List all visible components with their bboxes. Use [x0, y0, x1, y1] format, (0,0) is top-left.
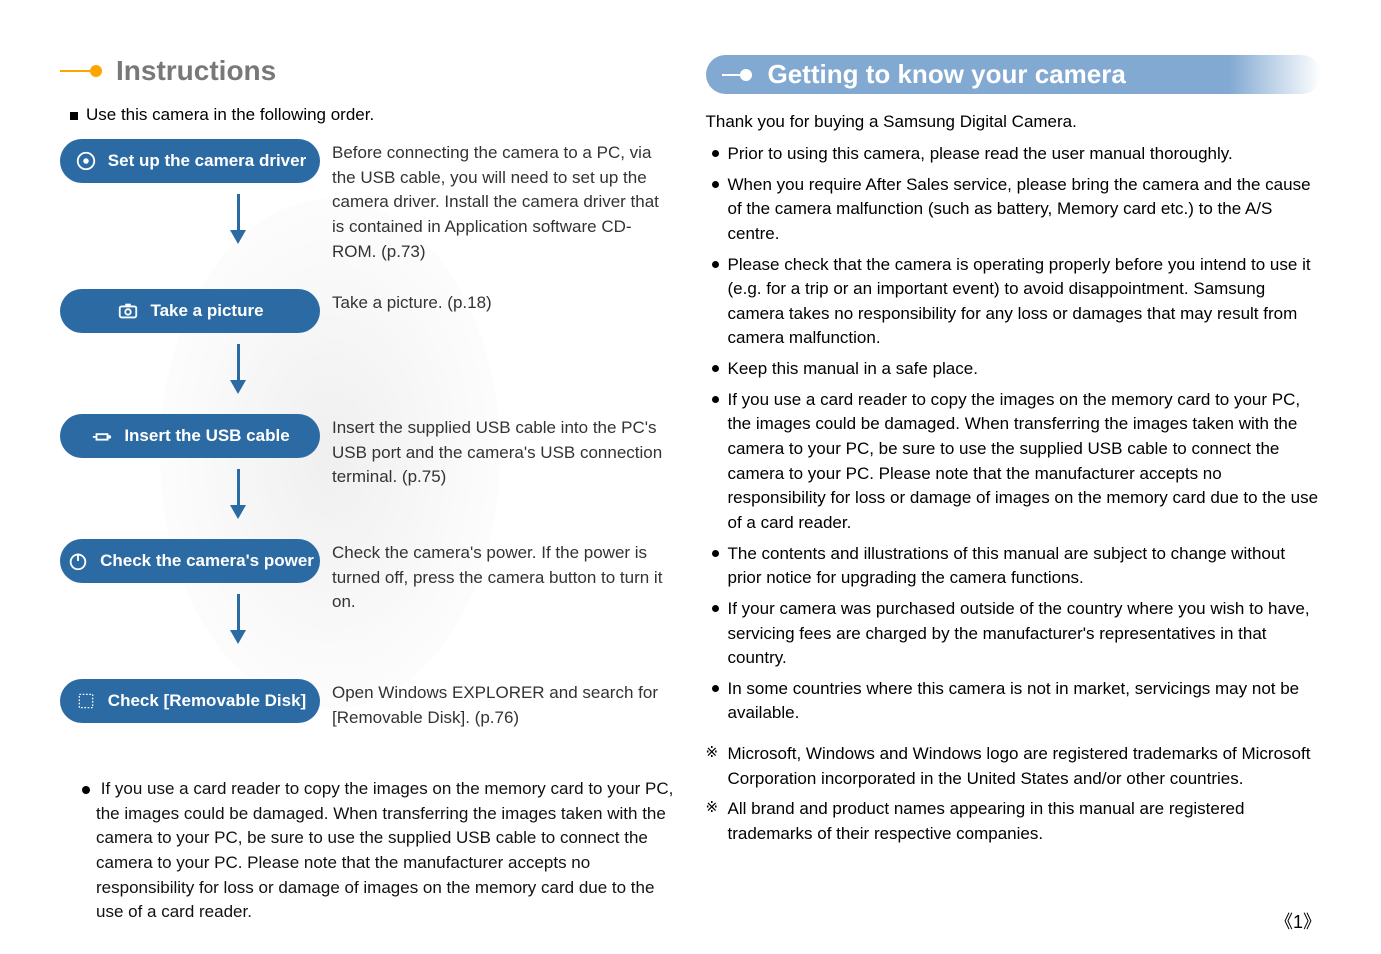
step-desc-3: Insert the supplied USB cable into the P… [332, 414, 676, 490]
list-item: If your camera was purchased outside of … [706, 597, 1322, 671]
title-ornament-left [60, 65, 102, 77]
step-pill-4-label: Check the camera's power [100, 551, 314, 571]
camera-icon [116, 299, 140, 323]
step-desc-5: Open Windows EXPLORER and search for [Re… [332, 679, 676, 730]
section-title-instructions: Instructions [60, 55, 676, 87]
step-insert-usb: Insert the USB cable Insert the supplied… [60, 414, 676, 490]
step-pill-5: Check [Removable Disk] [60, 679, 320, 723]
list-item: When you require After Sales service, pl… [706, 173, 1322, 247]
section-title-getting-to-know: Getting to know your camera [706, 55, 1322, 94]
step-pill-4: Check the camera's power [60, 539, 320, 583]
thanks-line: Thank you for buying a Samsung Digital C… [706, 112, 1322, 132]
step-check-disk: Check [Removable Disk] Open Windows EXPL… [60, 679, 676, 730]
square-bullet-icon [70, 112, 78, 120]
title-text-left: Instructions [116, 55, 276, 87]
step-pill-1: Set up the camera driver [60, 139, 320, 183]
power-icon [66, 549, 90, 573]
step-pill-3: Insert the USB cable [60, 414, 320, 458]
list-item: All brand and product names appearing in… [706, 797, 1322, 846]
arrow-down-icon [230, 194, 246, 244]
cd-icon [74, 149, 98, 173]
list-item: If you use a card reader to copy the ima… [706, 388, 1322, 536]
list-item: Keep this manual in a safe place. [706, 357, 1322, 382]
step-check-power: Check the camera's power Check the camer… [60, 539, 676, 615]
page-number: 《1》 [1275, 908, 1321, 934]
title-text-right: Getting to know your camera [768, 59, 1126, 90]
right-asterisk-list: Microsoft, Windows and Windows logo are … [706, 742, 1322, 847]
list-item: The contents and illustrations of this m… [706, 542, 1322, 591]
arrow-down-icon [230, 469, 246, 519]
step-pill-5-label: Check [Removable Disk] [108, 691, 306, 711]
disk-icon [74, 689, 98, 713]
step-take-picture: Take a picture Take a picture. (p.18) [60, 289, 676, 333]
arrow-down-icon [230, 344, 246, 394]
intro-text: Use this camera in the following order. [86, 105, 374, 125]
step-pill-1-label: Set up the camera driver [108, 151, 306, 171]
list-item: Prior to using this camera, please read … [706, 142, 1322, 167]
title-ornament-right [722, 69, 752, 81]
step-pill-2-label: Take a picture [150, 301, 263, 321]
list-item: In some countries where this camera is n… [706, 677, 1322, 726]
usb-icon [90, 424, 114, 448]
intro-line: Use this camera in the following order. [70, 105, 676, 125]
left-footnote-text: If you use a card reader to copy the ima… [96, 779, 673, 921]
list-item: Microsoft, Windows and Windows logo are … [706, 742, 1322, 791]
right-bullet-list: Prior to using this camera, please read … [706, 142, 1322, 726]
step-desc-2: Take a picture. (p.18) [332, 289, 492, 316]
step-desc-1: Before connecting the camera to a PC, vi… [332, 139, 676, 264]
arrow-down-icon [230, 594, 246, 644]
flow-diagram: Set up the camera driver Before connecti… [60, 139, 676, 759]
list-item: Please check that the camera is operatin… [706, 253, 1322, 352]
step-pill-2: Take a picture [60, 289, 320, 333]
step-pill-3-label: Insert the USB cable [124, 426, 289, 446]
step-setup-driver: Set up the camera driver Before connecti… [60, 139, 676, 264]
step-desc-4: Check the camera's power. If the power i… [332, 539, 676, 615]
left-footnote: If you use a card reader to copy the ima… [82, 777, 676, 925]
round-bullet-icon [82, 786, 90, 794]
